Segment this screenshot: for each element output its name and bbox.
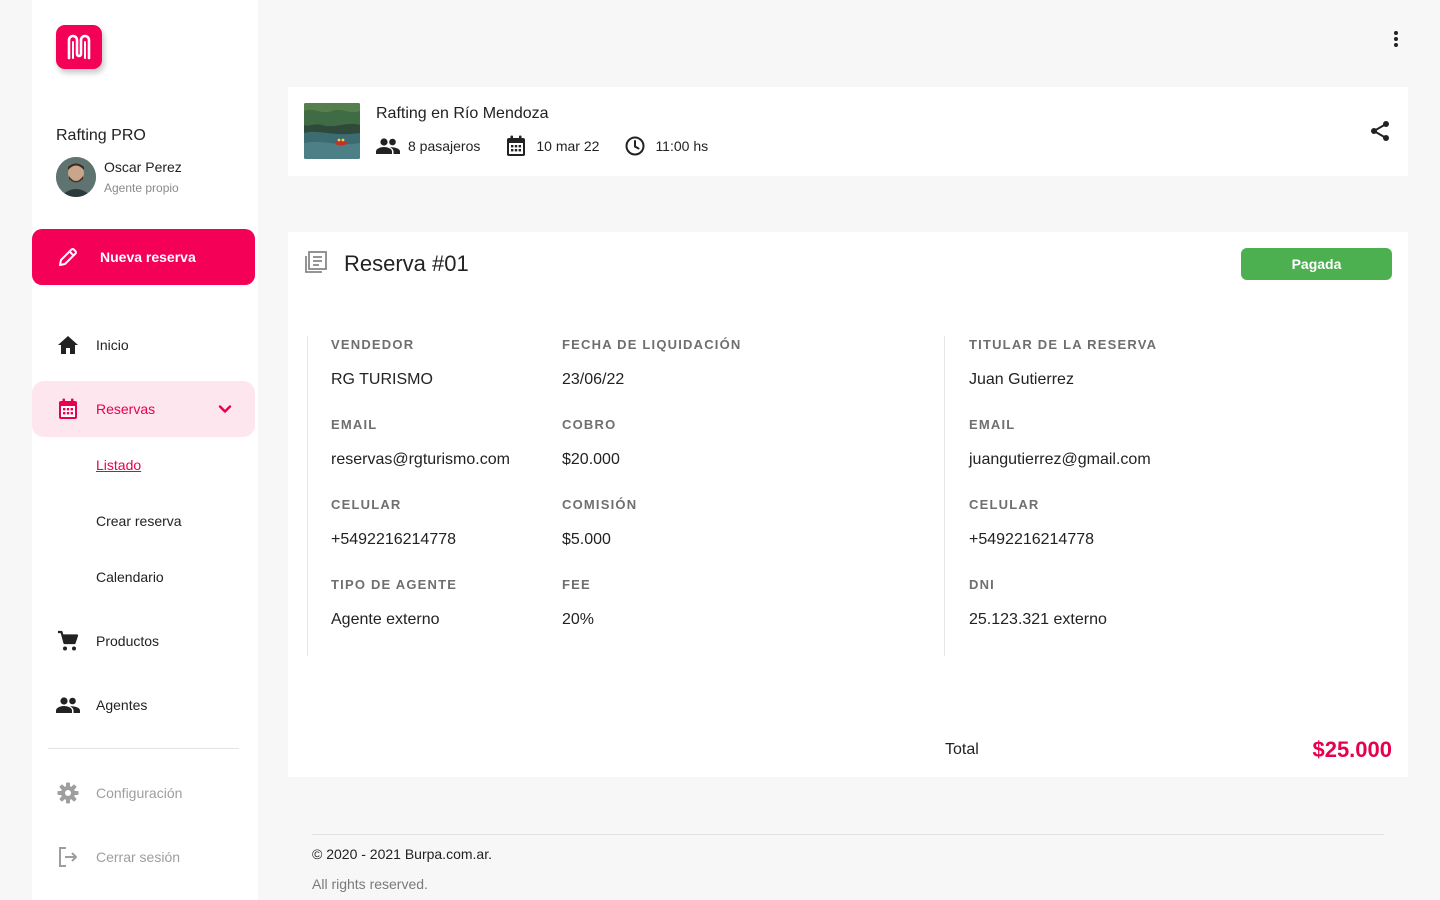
- fee-value: 20%: [562, 611, 595, 628]
- date-info: 10 mar 22: [506, 135, 599, 157]
- footer-divider: [312, 834, 1384, 835]
- comision-value: $5.000: [562, 531, 611, 548]
- footer-rights: All rights reserved.: [312, 876, 428, 892]
- tipo-agente-label: TIPO DE AGENTE: [331, 577, 458, 592]
- column-divider: [944, 336, 945, 656]
- footer-copyright: © 2020 - 2021 Burpa.com.ar.: [312, 846, 492, 862]
- sidebar-divider: [48, 748, 239, 749]
- titular-value: Juan Gutierrez: [969, 371, 1074, 388]
- vendedor-label: VENDEDOR: [331, 337, 415, 352]
- celular-label: CELULAR: [331, 497, 402, 512]
- document-list-icon: [304, 250, 328, 279]
- sidebar-item-label: Agentes: [96, 697, 148, 713]
- user-role: Agente propio: [104, 181, 179, 195]
- fecha-liquidacion-value: 23/06/22: [562, 371, 625, 388]
- avatar: [56, 157, 96, 197]
- sidebar-item-label: Reservas: [96, 401, 156, 417]
- new-reservation-label: Nueva reserva: [100, 249, 196, 265]
- logout-icon: [56, 845, 80, 869]
- product-title: Rafting en Río Mendoza: [376, 105, 549, 122]
- pencil-icon: [59, 248, 77, 266]
- sidebar-item-inicio[interactable]: Inicio: [32, 317, 255, 373]
- passengers-text: 8 pasajeros: [408, 138, 481, 154]
- share-icon[interactable]: [1368, 119, 1392, 143]
- email-value: reservas@rgturismo.com: [331, 451, 510, 468]
- home-icon: [56, 333, 80, 357]
- time-text: 11:00 hs: [655, 138, 709, 154]
- sidebar-subitem-crear-reserva[interactable]: Crear reserva: [96, 513, 182, 529]
- cobro-label: COBRO: [562, 417, 617, 432]
- product-meta: 8 pasajeros 10 mar 22 11:00 hs: [376, 135, 734, 157]
- gear-icon: [56, 781, 80, 805]
- total-value: $25.000: [1312, 737, 1392, 762]
- sidebar-item-configuracion[interactable]: Configuración: [32, 765, 255, 821]
- passengers-info: 8 pasajeros: [376, 138, 480, 154]
- comision-label: COMISIÓN: [562, 497, 638, 512]
- sidebar-item-productos[interactable]: Productos: [32, 613, 255, 669]
- sidebar-subitem-calendario[interactable]: Calendario: [96, 569, 164, 585]
- total-label: Total: [945, 741, 979, 758]
- sidebar: Rafting PRO Oscar Perez Agente propio Nu…: [32, 0, 258, 900]
- reservation-card: Reserva #01 Pagada VENDEDOR RG TURISMO E…: [288, 232, 1408, 777]
- dni-label: DNI: [969, 577, 995, 592]
- fecha-liquidacion-label: FECHA DE LIQUIDACIÓN: [562, 337, 742, 352]
- sidebar-subitem-listado[interactable]: Listado: [96, 457, 141, 473]
- sidebar-item-label: Configuración: [96, 785, 183, 801]
- sidebar-item-agentes[interactable]: Agentes: [32, 677, 255, 733]
- reservation-title: Reserva #01: [344, 251, 469, 276]
- celular-value: +5492216214778: [331, 531, 457, 548]
- more-options-icon[interactable]: [1386, 28, 1406, 50]
- dni-value: 25.123.321 externo: [969, 611, 1107, 628]
- calendar-icon: [56, 397, 80, 421]
- user-name: Oscar Perez: [104, 159, 182, 175]
- date-text: 10 mar 22: [536, 138, 600, 154]
- product-card: Rafting en Río Mendoza 8 pasajeros 10 ma…: [288, 87, 1408, 176]
- logo-icon: [67, 34, 91, 60]
- titular-label: TITULAR DE LA RESERVA: [969, 337, 1158, 352]
- titular-email-value: juangutierrez@gmail.com: [969, 451, 1151, 468]
- calendar-icon: [507, 135, 526, 156]
- titular-celular-value: +5492216214778: [969, 531, 1095, 548]
- sidebar-item-reservas[interactable]: Reservas: [32, 381, 255, 437]
- time-info: 11:00 hs: [625, 136, 708, 156]
- brand-name: Rafting PRO: [56, 127, 146, 144]
- sidebar-item-label: Productos: [96, 633, 160, 649]
- column-divider: [307, 336, 308, 656]
- chevron-down-icon[interactable]: [213, 397, 237, 424]
- vendedor-value: RG TURISMO: [331, 371, 433, 388]
- fee-label: FEE: [562, 577, 591, 592]
- product-image: [304, 103, 360, 159]
- sidebar-item-label: Inicio: [96, 337, 129, 353]
- tipo-agente-value: Agente externo: [331, 611, 440, 628]
- app-logo[interactable]: [56, 25, 102, 69]
- people-icon: [376, 138, 400, 154]
- titular-email-label: EMAIL: [969, 417, 1016, 432]
- sidebar-item-cerrar-sesion[interactable]: Cerrar sesión: [32, 829, 255, 885]
- titular-celular-label: CELULAR: [969, 497, 1040, 512]
- status-badge[interactable]: Pagada: [1241, 248, 1392, 280]
- new-reservation-button[interactable]: Nueva reserva: [32, 229, 255, 285]
- sidebar-item-label: Cerrar sesión: [96, 849, 181, 865]
- clock-icon: [625, 136, 645, 156]
- cart-icon: [56, 629, 80, 653]
- user-profile[interactable]: Oscar Perez Agente propio: [56, 157, 182, 197]
- people-icon: [56, 693, 80, 717]
- email-label: EMAIL: [331, 417, 378, 432]
- cobro-value: $20.000: [562, 451, 620, 468]
